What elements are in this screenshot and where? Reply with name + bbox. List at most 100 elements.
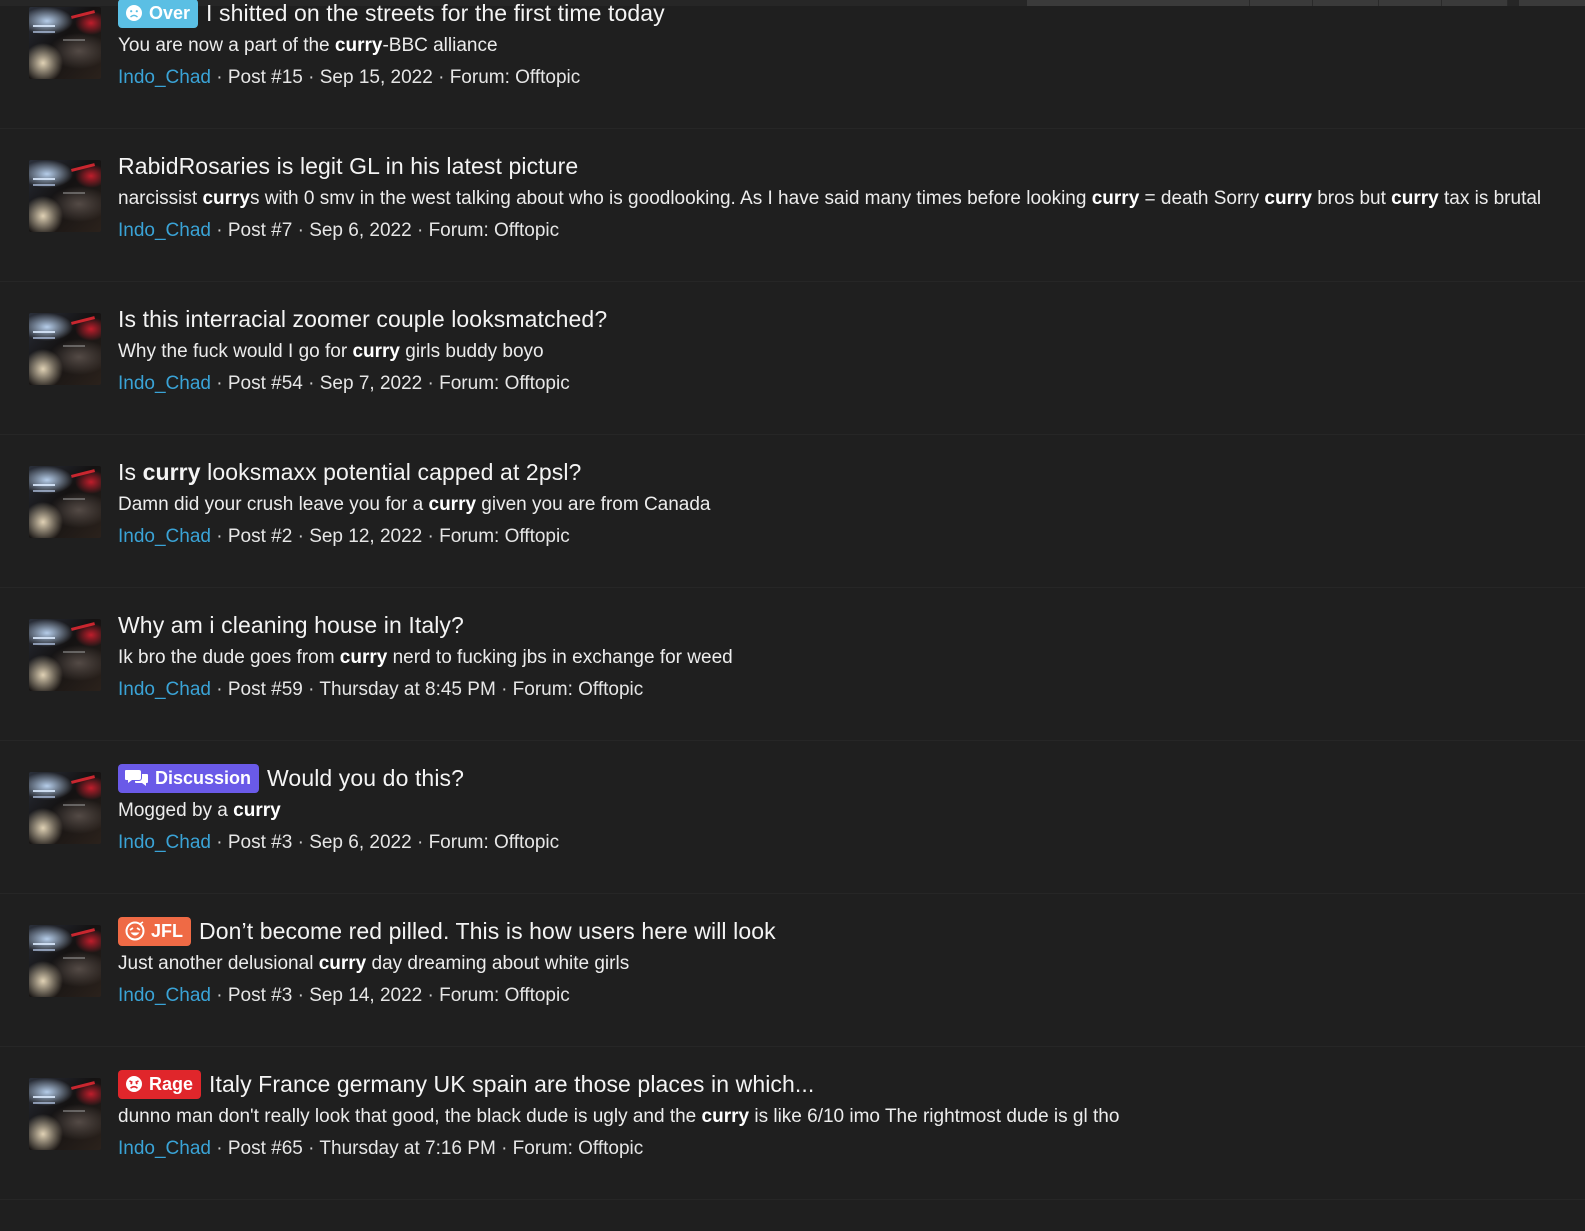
author-link[interactable]: Indo_Chad bbox=[118, 832, 211, 853]
result-snippet: Mogged by a curry bbox=[118, 800, 1585, 822]
result-meta: Indo_Chad · Post #54 · Sep 7, 2022 · For… bbox=[118, 373, 1585, 395]
search-result-item: Why am i cleaning house in Italy? Ik bro … bbox=[0, 588, 1585, 741]
snippet-text: given you are from Canada bbox=[476, 494, 711, 515]
author-link[interactable]: Indo_Chad bbox=[118, 220, 211, 241]
highlighted-term: curry bbox=[428, 494, 477, 515]
result-title-row: Is this interracial zoomer couple looksm… bbox=[118, 302, 1585, 336]
result-title-link[interactable]: Don’t become red pilled. This is how use… bbox=[199, 918, 776, 945]
result-title-row: Discussion Would you do this? bbox=[118, 761, 1585, 795]
thread-prefix-badge[interactable]: Over bbox=[118, 0, 199, 28]
highlighted-term: curry bbox=[318, 953, 367, 974]
snippet-text: narcissist bbox=[118, 188, 203, 209]
snippet-text: tax is brutal bbox=[1438, 188, 1542, 209]
post-number-link[interactable]: Post #65 bbox=[228, 1138, 303, 1159]
forum-link[interactable]: Forum: Offtopic bbox=[429, 832, 560, 853]
highlighted-term: curry bbox=[352, 341, 400, 362]
author-link[interactable]: Indo_Chad bbox=[118, 985, 211, 1006]
snippet-text: day dreaming about white girls bbox=[366, 953, 630, 974]
result-title-link[interactable]: Why am i cleaning house in Italy? bbox=[118, 612, 464, 639]
meta-separator: · bbox=[308, 679, 315, 700]
avatar[interactable] bbox=[29, 7, 101, 79]
snippet-text: You are now a part of the bbox=[118, 35, 335, 56]
forum-link[interactable]: Forum: Offtopic bbox=[513, 1138, 644, 1159]
forum-link[interactable]: Forum: Offtopic bbox=[429, 220, 560, 241]
post-date[interactable]: Sep 7, 2022 bbox=[320, 373, 422, 394]
meta-separator: · bbox=[216, 985, 223, 1006]
snippet-text: nerd to fucking jbs in exchange for weed bbox=[387, 647, 733, 668]
result-title-link[interactable]: Is this interracial zoomer couple looksm… bbox=[118, 306, 607, 333]
title-text: looksmaxx potential capped at 2psl? bbox=[200, 458, 582, 485]
thread-prefix-badge[interactable]: Rage bbox=[118, 1069, 202, 1099]
post-number-link[interactable]: Post #15 bbox=[228, 67, 303, 88]
avatar[interactable] bbox=[29, 1078, 101, 1150]
author-link[interactable]: Indo_Chad bbox=[118, 526, 211, 547]
snippet-text: Why the fuck would I go for bbox=[118, 341, 353, 362]
snippet-text: Damn did your crush leave you for a bbox=[118, 494, 429, 515]
author-link[interactable]: Indo_Chad bbox=[118, 373, 211, 394]
result-title-link[interactable]: Italy France germany UK spain are those … bbox=[209, 1071, 814, 1098]
post-number-link[interactable]: Post #59 bbox=[228, 679, 303, 700]
author-link[interactable]: Indo_Chad bbox=[118, 67, 211, 88]
search-result-item: JFL Don’t become red pilled. This is how … bbox=[0, 894, 1585, 1047]
snippet-text: bros but bbox=[1311, 188, 1392, 209]
result-meta: Indo_Chad · Post #7 · Sep 6, 2022 · Foru… bbox=[118, 220, 1585, 242]
snippet-text: Ik bro the dude goes from bbox=[118, 647, 340, 668]
angry-face-icon bbox=[125, 1075, 143, 1093]
thread-prefix-badge[interactable]: Discussion bbox=[118, 763, 260, 793]
post-date[interactable]: Sep 6, 2022 bbox=[309, 220, 411, 241]
meta-separator: · bbox=[501, 1138, 508, 1159]
avatar[interactable] bbox=[29, 313, 101, 385]
author-link[interactable]: Indo_Chad bbox=[118, 679, 211, 700]
post-number-link[interactable]: Post #3 bbox=[228, 985, 292, 1006]
result-content: RabidRosaries is legit GL in his latest … bbox=[118, 149, 1585, 242]
forum-link[interactable]: Forum: Offtopic bbox=[439, 526, 570, 547]
post-date[interactable]: Sep 14, 2022 bbox=[309, 985, 422, 1006]
result-title-row: JFL Don’t become red pilled. This is how … bbox=[118, 914, 1585, 948]
post-number-link[interactable]: Post #3 bbox=[228, 832, 292, 853]
avatar[interactable] bbox=[29, 619, 101, 691]
post-date[interactable]: Thursday at 8:45 PM bbox=[319, 679, 495, 700]
title-text: Would you do this? bbox=[267, 764, 465, 791]
result-title-link[interactable]: Would you do this? bbox=[267, 765, 464, 792]
avatar[interactable] bbox=[29, 160, 101, 232]
result-title-row: Over I shitted on the streets for the fir… bbox=[118, 0, 1585, 30]
meta-separator: · bbox=[308, 1138, 315, 1159]
result-content: Rage Italy France germany UK spain are th… bbox=[118, 1067, 1585, 1160]
result-snippet: dunno man don't really look that good, t… bbox=[118, 1106, 1585, 1128]
result-content: Is this interracial zoomer couple looksm… bbox=[118, 302, 1585, 395]
post-date[interactable]: Sep 15, 2022 bbox=[320, 67, 433, 88]
result-title-row: Is curry looksmaxx potential capped at 2… bbox=[118, 455, 1585, 489]
avatar[interactable] bbox=[29, 466, 101, 538]
meta-separator: · bbox=[427, 985, 434, 1006]
post-number-link[interactable]: Post #2 bbox=[228, 526, 292, 547]
result-title-link[interactable]: Is curry looksmaxx potential capped at 2… bbox=[118, 459, 581, 486]
author-link[interactable]: Indo_Chad bbox=[118, 1138, 211, 1159]
post-date[interactable]: Sep 6, 2022 bbox=[309, 832, 411, 853]
post-number-link[interactable]: Post #7 bbox=[228, 220, 292, 241]
forum-link[interactable]: Forum: Offtopic bbox=[450, 67, 581, 88]
post-number-link[interactable]: Post #54 bbox=[228, 373, 303, 394]
avatar[interactable] bbox=[29, 925, 101, 997]
meta-separator: · bbox=[216, 1138, 223, 1159]
prefix-label: Discussion bbox=[155, 767, 252, 788]
forum-link[interactable]: Forum: Offtopic bbox=[513, 679, 644, 700]
post-date[interactable]: Thursday at 7:16 PM bbox=[319, 1138, 495, 1159]
highlighted-term: curry bbox=[334, 35, 383, 56]
thread-prefix-badge[interactable]: JFL bbox=[118, 916, 192, 946]
snippet-text: dunno man don't really look that good, t… bbox=[118, 1106, 702, 1127]
result-title-link[interactable]: RabidRosaries is legit GL in his latest … bbox=[118, 153, 578, 180]
meta-separator: · bbox=[216, 373, 223, 394]
search-result-item: Over I shitted on the streets for the fir… bbox=[0, 0, 1585, 129]
title-text: Don’t become red pilled. This is how use… bbox=[199, 917, 776, 944]
result-meta: Indo_Chad · Post #15 · Sep 15, 2022 · Fo… bbox=[118, 67, 1585, 89]
search-result-item: Discussion Would you do this? Mogged by a … bbox=[0, 741, 1585, 894]
meta-separator: · bbox=[216, 67, 223, 88]
forum-link[interactable]: Forum: Offtopic bbox=[439, 373, 570, 394]
avatar[interactable] bbox=[29, 772, 101, 844]
forum-link[interactable]: Forum: Offtopic bbox=[439, 985, 570, 1006]
result-snippet: Damn did your crush leave you for a curr… bbox=[118, 494, 1585, 516]
post-date[interactable]: Sep 12, 2022 bbox=[309, 526, 422, 547]
result-title-link[interactable]: I shitted on the streets for the first t… bbox=[206, 0, 665, 27]
meta-separator: · bbox=[297, 832, 304, 853]
meta-separator: · bbox=[416, 220, 424, 241]
